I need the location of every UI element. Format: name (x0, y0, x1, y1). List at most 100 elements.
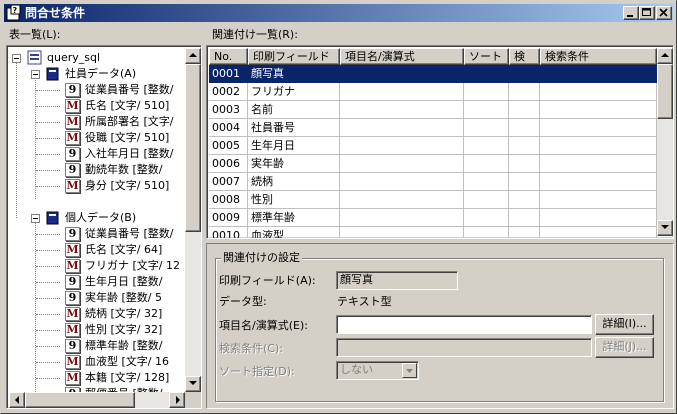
scroll-down-button[interactable] (657, 220, 673, 236)
table-tree[interactable]: query_sql 社員データ(A) 9 従業員番号 [整数/M 氏名 [文字/ 5… (6, 45, 202, 409)
scroll-down-button[interactable] (185, 376, 201, 392)
empty-cell[interactable] (509, 155, 540, 173)
tree-field-item[interactable]: M 続柄 [文字/ 32] (9, 306, 184, 322)
column-header-search-condition[interactable]: 検索条件 (540, 48, 657, 65)
detail2-button[interactable]: 詳細(J)... (595, 337, 654, 358)
row-number-cell[interactable]: 0007 (209, 173, 248, 191)
print-field-cell[interactable]: 性別 (248, 191, 340, 209)
sort-select[interactable]: しない (336, 361, 419, 380)
tree-horizontal-scrollbar[interactable] (9, 392, 185, 408)
empty-cell[interactable] (509, 191, 540, 209)
association-grid[interactable]: No. 印刷フィールド 項目名/演算式 ソート 検 検索条件 0001 顔写真 00… (206, 45, 674, 239)
empty-cell[interactable] (464, 155, 509, 173)
tree-vertical-scrollbar[interactable] (185, 48, 201, 392)
empty-cell[interactable] (540, 119, 657, 137)
empty-cell[interactable] (540, 173, 657, 191)
empty-cell[interactable] (540, 101, 657, 119)
table-row[interactable]: 0001 顔写真 (209, 65, 657, 83)
empty-cell[interactable] (509, 227, 540, 238)
empty-cell[interactable] (464, 227, 509, 238)
print-field-cell[interactable]: 名前 (248, 101, 340, 119)
table-row[interactable]: 0003 名前 (209, 101, 657, 119)
tree-field-item[interactable]: M 性別 [文字/ 32] (9, 322, 184, 338)
tree-field-item[interactable]: M 血液型 [文字/ 16 (9, 354, 184, 370)
empty-cell[interactable] (464, 119, 509, 137)
tree-field-item[interactable]: M 氏名 [文字/ 510] (9, 98, 184, 114)
column-header-sort[interactable]: ソート (464, 48, 509, 65)
empty-cell[interactable] (340, 65, 464, 83)
empty-cell[interactable] (540, 209, 657, 227)
scroll-left-button[interactable] (9, 392, 25, 408)
scroll-thumb[interactable] (185, 64, 201, 232)
tree-field-item[interactable]: 9 従業員番号 [整数/ (9, 226, 184, 242)
row-number-cell[interactable]: 0002 (209, 83, 248, 101)
empty-cell[interactable] (464, 137, 509, 155)
item-name-input[interactable] (336, 315, 592, 334)
column-header-search-flag[interactable]: 検 (509, 48, 540, 65)
tree-field-item[interactable]: 9 従業員番号 [整数/ (9, 82, 184, 98)
empty-cell[interactable] (540, 227, 657, 238)
empty-cell[interactable] (509, 173, 540, 191)
tree-field-item[interactable]: 9 標準年齢 [整数/ (9, 338, 184, 354)
minimize-button[interactable] (623, 6, 639, 20)
row-number-cell[interactable]: 0006 (209, 155, 248, 173)
empty-cell[interactable] (464, 209, 509, 227)
title-bar[interactable]: ? 問合せ条件 (4, 4, 673, 22)
maximize-button[interactable] (639, 6, 655, 20)
empty-cell[interactable] (540, 65, 657, 83)
empty-cell[interactable] (464, 173, 509, 191)
empty-cell[interactable] (509, 137, 540, 155)
tree-table-a[interactable]: 社員データ(A) (9, 66, 199, 82)
print-field-cell[interactable]: 実年齢 (248, 155, 340, 173)
row-number-cell[interactable]: 0004 (209, 119, 248, 137)
column-header-item-name[interactable]: 項目名/演算式 (340, 48, 464, 65)
scroll-thumb[interactable] (657, 64, 673, 119)
row-number-cell[interactable]: 0008 (209, 191, 248, 209)
empty-cell[interactable] (509, 83, 540, 101)
empty-cell[interactable] (509, 119, 540, 137)
empty-cell[interactable] (540, 191, 657, 209)
row-number-cell[interactable]: 0010 (209, 227, 248, 238)
table-row[interactable]: 0008 性別 (209, 191, 657, 209)
tree-field-item[interactable]: M 役職 [文字/ 510] (9, 130, 184, 146)
tree-root[interactable]: query_sql (9, 50, 199, 66)
empty-cell[interactable] (340, 227, 464, 238)
empty-cell[interactable] (340, 119, 464, 137)
table-row[interactable]: 0006 実年齢 (209, 155, 657, 173)
collapse-icon[interactable] (12, 54, 21, 63)
print-field-cell[interactable]: フリガナ (248, 83, 340, 101)
scroll-right-button[interactable] (169, 392, 185, 408)
empty-cell[interactable] (340, 101, 464, 119)
table-row[interactable]: 0002 フリガナ (209, 83, 657, 101)
row-number-cell[interactable]: 0003 (209, 101, 248, 119)
tree-field-item[interactable]: 9 勤続年数 [整数/ (9, 162, 184, 178)
tree-field-item[interactable]: M フリガナ [文字/ 12 (9, 258, 184, 274)
empty-cell[interactable] (540, 83, 657, 101)
empty-cell[interactable] (340, 191, 464, 209)
grid-vertical-scrollbar[interactable] (657, 48, 673, 236)
search-condition-input[interactable] (336, 338, 592, 357)
row-number-cell[interactable]: 0005 (209, 137, 248, 155)
dropdown-arrow-button[interactable] (402, 363, 417, 378)
print-field-cell[interactable]: 標準年齢 (248, 209, 340, 227)
empty-cell[interactable] (464, 101, 509, 119)
scroll-up-button[interactable] (657, 48, 673, 64)
print-field-cell[interactable]: 続柄 (248, 173, 340, 191)
tree-table-b[interactable]: 個人データ(B) (9, 210, 199, 226)
row-number-cell[interactable]: 0009 (209, 209, 248, 227)
tree-field-item[interactable]: M 所属部署名 [文字/ (9, 114, 184, 130)
empty-cell[interactable] (340, 209, 464, 227)
empty-cell[interactable] (464, 83, 509, 101)
row-number-cell[interactable]: 0001 (209, 65, 248, 83)
print-field-cell[interactable]: 血液型 (248, 227, 340, 238)
empty-cell[interactable] (464, 65, 509, 83)
collapse-icon[interactable] (31, 214, 40, 223)
empty-cell[interactable] (340, 173, 464, 191)
scroll-thumb[interactable] (25, 392, 135, 408)
tree-field-item[interactable]: 9 入社年月日 [整数/ (9, 146, 184, 162)
print-field-cell[interactable]: 生年月日 (248, 137, 340, 155)
close-button[interactable] (656, 6, 672, 20)
print-field-cell[interactable]: 社員番号 (248, 119, 340, 137)
table-row[interactable]: 0007 続柄 (209, 173, 657, 191)
empty-cell[interactable] (540, 155, 657, 173)
